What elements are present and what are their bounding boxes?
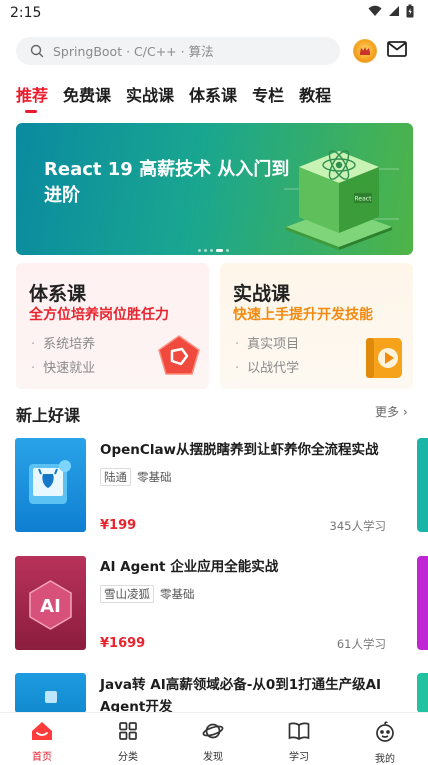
course-thumbnail[interactable] xyxy=(15,673,86,713)
card-subtitle: 快速上手提升开发技能 xyxy=(233,307,373,323)
book-icon xyxy=(288,722,310,741)
level-tag: 零基础 xyxy=(160,587,195,601)
robot-icon xyxy=(45,691,57,703)
nav-label: 发现 xyxy=(203,752,223,763)
card-bullet: 系统培养 xyxy=(31,333,95,352)
course-thumbnail[interactable] xyxy=(15,438,86,532)
banner-dot-active[interactable] xyxy=(216,249,223,252)
level-tag: 零基础 xyxy=(137,470,172,484)
card-bullet: 以战代学 xyxy=(235,357,299,376)
tab-tutorial[interactable]: 教程 xyxy=(299,86,331,106)
promo-banner[interactable]: React 19 高薪技术 从入门到进阶 React xyxy=(16,123,413,255)
nav-discover[interactable]: 发现 xyxy=(183,721,243,763)
category-tabs: 推荐 免费课 实战课 体系课 专栏 教程 xyxy=(16,86,346,113)
react-chip-illustration: React xyxy=(284,150,399,250)
course-price: ¥199 xyxy=(100,518,137,533)
mail-icon[interactable] xyxy=(387,41,407,61)
tab-practical[interactable]: 实战课 xyxy=(126,86,174,106)
grid-icon xyxy=(119,722,137,740)
pentagon-badge-icon xyxy=(158,335,200,375)
course-tags: 雪山凌狐 零基础 xyxy=(100,583,195,603)
learner-count: 345人学习 xyxy=(329,519,386,533)
battery-icon xyxy=(406,4,414,18)
signal-icon xyxy=(389,6,399,16)
banner-dot[interactable] xyxy=(210,249,213,252)
banner-title: React 19 高薪技术 从入门到进阶 xyxy=(44,159,290,206)
tab-column[interactable]: 专栏 xyxy=(252,86,284,106)
wifi-icon xyxy=(368,5,382,16)
tab-system[interactable]: 体系课 xyxy=(189,86,237,106)
nav-label: 学习 xyxy=(289,752,309,763)
nav-label: 我的 xyxy=(375,754,395,765)
teacher-tag: 陆通 xyxy=(100,468,131,486)
crown-avatar-icon[interactable] xyxy=(353,39,377,63)
search-bar[interactable] xyxy=(16,37,340,65)
next-card-peek xyxy=(417,438,428,532)
course-price: ¥1699 xyxy=(100,636,146,651)
nav-label: 分类 xyxy=(118,752,138,763)
lobster-icon xyxy=(29,460,71,504)
tab-free[interactable]: 免费课 xyxy=(63,86,111,106)
card-bullet: 真实项目 xyxy=(235,333,299,352)
tab-active-indicator xyxy=(25,110,37,113)
banner-dot[interactable] xyxy=(198,249,201,252)
more-link[interactable]: 更多 › xyxy=(375,403,408,420)
planet-icon xyxy=(202,723,224,739)
status-icons xyxy=(368,4,414,18)
practical-course-card[interactable]: 实战课 快速上手提升开发技能 真实项目 以战代学 xyxy=(220,263,413,389)
card-title: 实战课 xyxy=(233,283,291,305)
bottom-navigation: 首页 分类 发现 学习 我的 xyxy=(0,712,428,765)
nav-home[interactable]: 首页 xyxy=(12,721,72,763)
card-title: 体系课 xyxy=(29,283,87,305)
search-icon xyxy=(30,44,44,58)
nav-category[interactable]: 分类 xyxy=(98,721,158,763)
search-input[interactable] xyxy=(51,42,315,60)
course-tags: 陆通 零基础 xyxy=(100,466,172,486)
system-course-card[interactable]: 体系课 全方位培养岗位胜任力 系统培养 快速就业 xyxy=(16,263,209,389)
banner-dot[interactable] xyxy=(204,249,207,252)
play-book-icon xyxy=(366,338,402,378)
learner-count: 61人学习 xyxy=(336,637,386,651)
banner-chip-label: React xyxy=(355,196,373,203)
status-time: 2:15 xyxy=(10,5,42,21)
next-card-peek xyxy=(417,673,428,713)
card-subtitle: 全方位培养岗位胜任力 xyxy=(29,307,169,323)
thumb-label: AI xyxy=(40,596,61,617)
card-bullet: 快速就业 xyxy=(31,357,95,376)
next-card-peek xyxy=(417,556,428,650)
nav-mine[interactable]: 我的 xyxy=(355,721,415,765)
nav-label: 首页 xyxy=(32,752,52,763)
banner-pagination xyxy=(198,249,229,252)
section-title: 新上好课 xyxy=(16,406,81,425)
course-title[interactable]: OpenClaw从摆脱瞎养到让虾养你全流程实战 xyxy=(100,439,400,461)
course-title[interactable]: AI Agent 企业应用全能实战 xyxy=(100,556,400,578)
banner-dot[interactable] xyxy=(226,249,229,252)
ai-hexagon-icon: AI xyxy=(29,580,72,630)
profile-icon xyxy=(376,721,394,742)
home-icon xyxy=(32,722,52,740)
nav-learning[interactable]: 学习 xyxy=(269,721,329,763)
course-thumbnail[interactable]: AI xyxy=(15,556,86,650)
tab-recommend[interactable]: 推荐 xyxy=(16,86,48,113)
teacher-tag: 雪山凌狐 xyxy=(100,585,154,603)
